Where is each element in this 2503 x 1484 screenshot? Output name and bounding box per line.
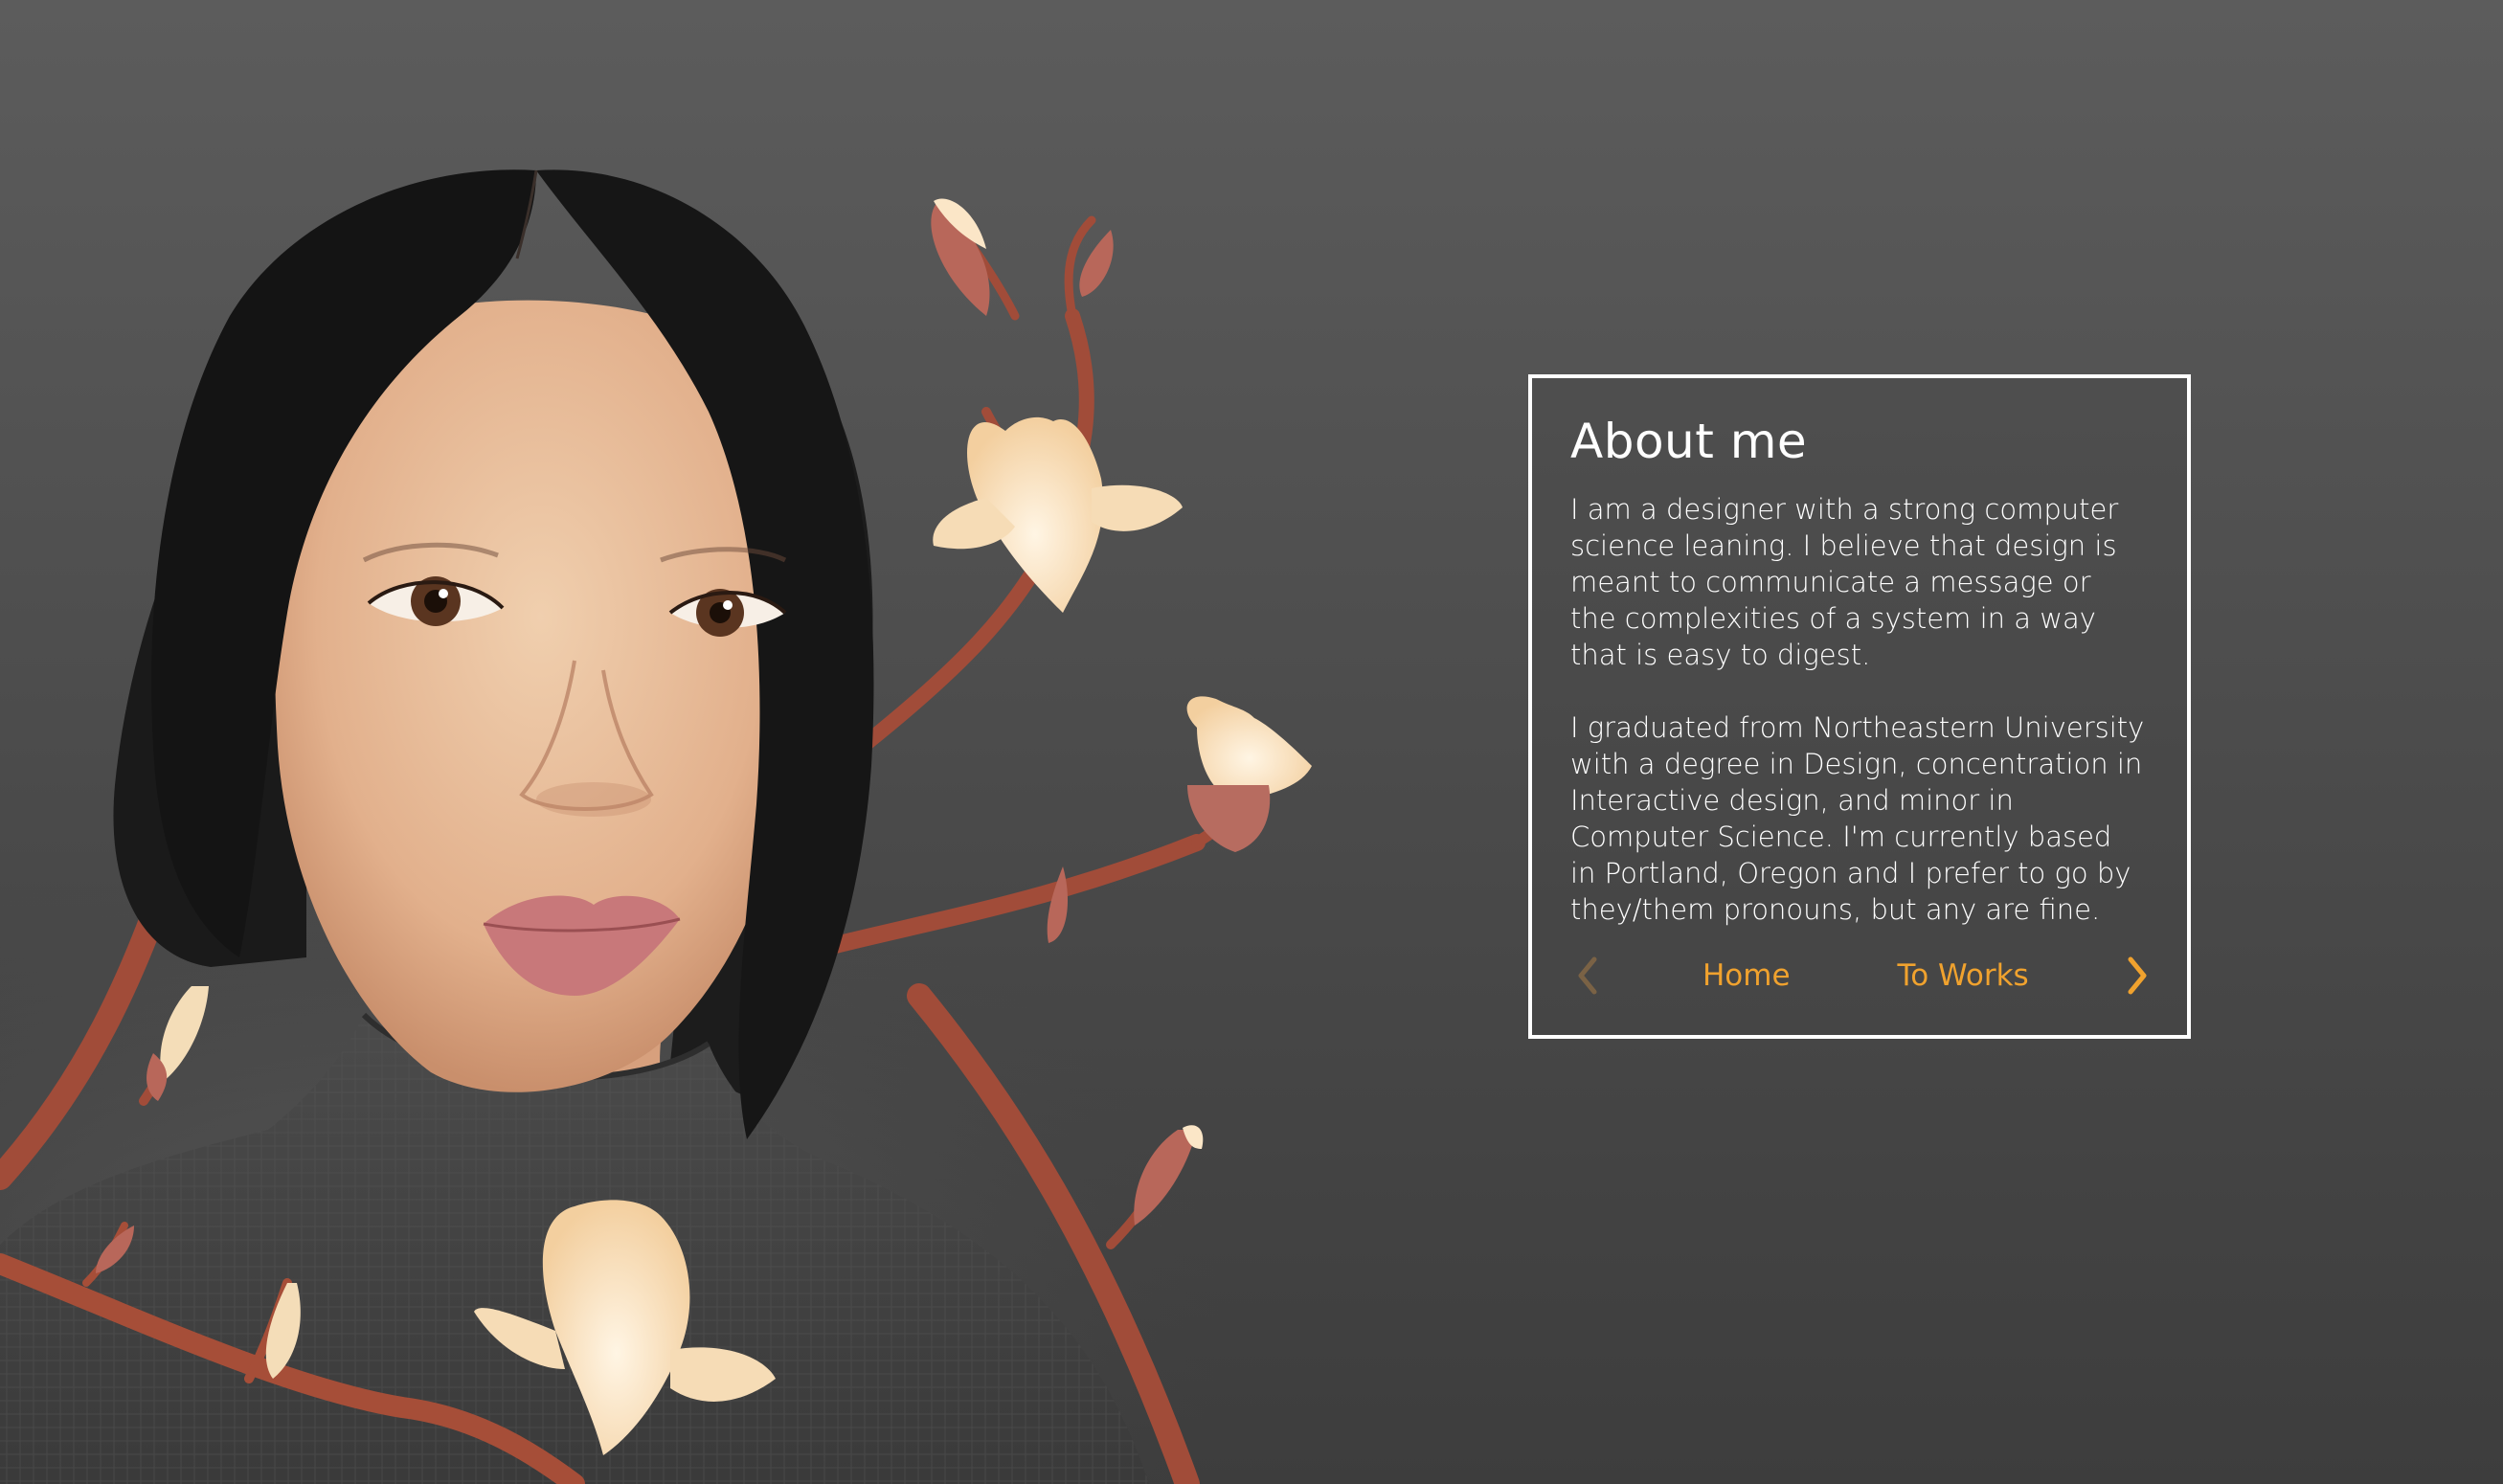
chevron-left-icon[interactable]: [1570, 955, 1605, 997]
portrait-illustration: [0, 169, 1360, 1484]
about-page: About me I am a designer with a strong c…: [0, 0, 2503, 1484]
chevron-right-icon-graphic: [2128, 956, 2147, 995]
nose-shadow: [536, 782, 651, 817]
page-navigation: Home To Works: [1570, 947, 2154, 1004]
to-works-link[interactable]: To Works: [1898, 958, 2029, 993]
about-paragraph-1: I am a designer with a strong computer s…: [1570, 493, 2119, 671]
chevron-left-icon-graphic: [1578, 956, 1597, 995]
chevron-right-icon[interactable]: [2120, 955, 2154, 997]
magnolia-bud-1: [931, 198, 990, 316]
about-me-card: About me I am a designer with a strong c…: [1528, 374, 2191, 1039]
about-paragraph-2: I graduated from Northeastern University…: [1570, 711, 2145, 926]
about-title: About me: [1570, 414, 1808, 469]
magnolia-bud-2: [1079, 230, 1114, 297]
magnolia-bloom-1: [933, 416, 1183, 613]
home-link[interactable]: Home: [1702, 958, 1791, 993]
